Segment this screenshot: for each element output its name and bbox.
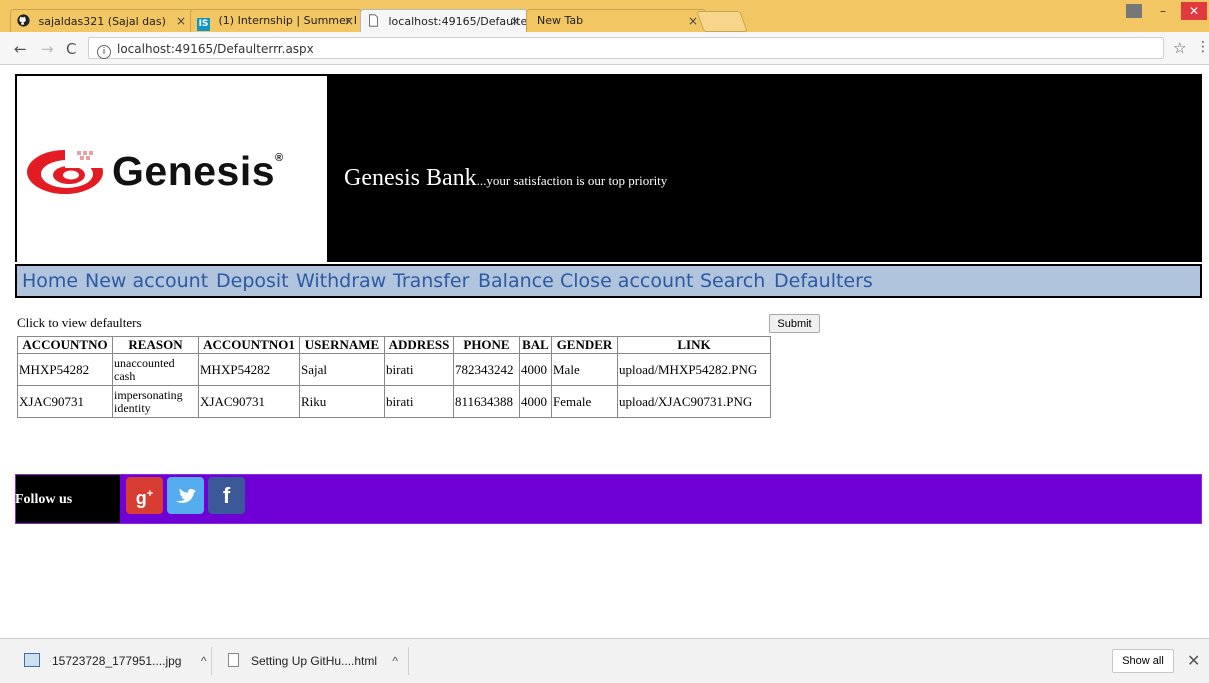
twitter-icon[interactable] bbox=[167, 477, 204, 514]
google-plus-icon[interactable]: g+ bbox=[126, 477, 163, 514]
table-cell: MHXP54282 bbox=[17, 353, 113, 386]
close-icon[interactable]: × bbox=[176, 14, 186, 28]
defaulters-table: ACCOUNTNO REASON ACCOUNTNO1 USERNAME ADD… bbox=[17, 336, 771, 418]
close-icon[interactable]: ✕ bbox=[1187, 651, 1200, 670]
download-bar: 15723728_177951....jpg ^ Setting Up GitH… bbox=[0, 638, 1209, 683]
close-icon[interactable]: × bbox=[510, 14, 520, 28]
table-row: MHXP54282 unaccounted cash MHXP54282 Saj… bbox=[17, 353, 771, 386]
genesis-logo: Genesis® bbox=[17, 76, 327, 263]
reload-icon[interactable]: C bbox=[66, 40, 76, 58]
info-icon[interactable]: i bbox=[97, 45, 111, 59]
tab-github[interactable]: sajaldas321 (Sajal das) × bbox=[10, 9, 194, 32]
close-window-button[interactable]: ✕ bbox=[1181, 2, 1207, 20]
tab-title: localhost:49165/Defaulte bbox=[388, 15, 528, 28]
download-filename: 15723728_177951....jpg bbox=[52, 654, 182, 668]
chevron-up-icon[interactable]: ^ bbox=[201, 654, 207, 668]
divider bbox=[211, 647, 212, 675]
menu-deposit[interactable]: Deposit bbox=[216, 270, 289, 292]
column-header: ACCOUNTNO1 bbox=[198, 336, 300, 354]
divider bbox=[408, 647, 409, 675]
star-icon[interactable]: ☆ bbox=[1173, 39, 1186, 57]
minimize-button[interactable]: – bbox=[1150, 2, 1176, 20]
menu-search[interactable]: Search bbox=[700, 270, 765, 292]
bank-title: Genesis Bank...your satisfaction is our … bbox=[344, 165, 667, 192]
column-header: USERNAME bbox=[299, 336, 385, 354]
tab-new[interactable]: New Tab × bbox=[526, 9, 706, 32]
table-cell: XJAC90731 bbox=[198, 385, 300, 418]
table-header-row: ACCOUNTNO REASON ACCOUNTNO1 USERNAME ADD… bbox=[17, 336, 771, 354]
close-icon[interactable]: × bbox=[344, 14, 354, 28]
menu-withdraw[interactable]: Withdraw bbox=[296, 270, 386, 292]
download-item[interactable]: 15723728_177951....jpg ^ bbox=[24, 650, 206, 672]
table-cell: 4000 bbox=[519, 353, 552, 386]
internshala-icon: IS bbox=[197, 18, 210, 31]
genesis-swirl-icon bbox=[27, 148, 105, 194]
tab-title: (1) Internship | Summer I bbox=[218, 14, 358, 27]
menu-home[interactable]: Home bbox=[22, 270, 78, 292]
browser-toolbar: ← → C i localhost:49165/Defaulterrr.aspx … bbox=[0, 32, 1209, 65]
table-cell: impersonating identity bbox=[112, 385, 199, 418]
table-cell: Male bbox=[551, 353, 618, 386]
profile-icon[interactable] bbox=[1126, 4, 1142, 18]
menu-close-account[interactable]: Close account bbox=[560, 270, 694, 292]
table-cell: MHXP54282 bbox=[198, 353, 300, 386]
url-text: localhost:49165/Defaulterrr.aspx bbox=[117, 42, 314, 56]
download-filename: Setting Up GitHu....html bbox=[251, 654, 378, 668]
page-icon bbox=[369, 14, 378, 27]
address-bar[interactable]: i localhost:49165/Defaulterrr.aspx bbox=[88, 37, 1164, 59]
table-cell: birati bbox=[384, 385, 454, 418]
github-icon bbox=[17, 14, 30, 27]
column-header: ADDRESS bbox=[384, 336, 454, 354]
table-cell: 811634388 bbox=[453, 385, 520, 418]
bank-name: Genesis Bank bbox=[344, 165, 477, 191]
column-header: GENDER bbox=[551, 336, 618, 354]
twitter-bird-icon bbox=[176, 488, 196, 503]
defaulters-prompt: Click to view defaulters bbox=[17, 315, 142, 330]
site-header: Genesis® Genesis Bank...your satisfactio… bbox=[15, 74, 1202, 263]
forward-arrow-icon[interactable]: → bbox=[41, 40, 54, 58]
table-cell: XJAC90731 bbox=[17, 385, 113, 418]
back-arrow-icon[interactable]: ← bbox=[14, 40, 27, 58]
show-all-button[interactable]: Show all bbox=[1112, 649, 1174, 673]
menu-icon[interactable]: ⋮ bbox=[1196, 39, 1209, 55]
site-footer: Follow us g+ f bbox=[15, 474, 1202, 524]
bank-slogan: ...your satisfaction is our top priority bbox=[476, 173, 668, 188]
column-header: LINK bbox=[617, 336, 771, 354]
tab-internshala[interactable]: IS (1) Internship | Summer I × bbox=[190, 9, 362, 32]
close-icon[interactable]: × bbox=[688, 14, 698, 28]
table-cell: Sajal bbox=[299, 353, 385, 386]
menu-balance[interactable]: Balance bbox=[478, 270, 554, 292]
table-cell: birati bbox=[384, 353, 454, 386]
table-cell: upload/XJAC90731.PNG bbox=[617, 385, 771, 418]
table-cell: upload/MHXP54282.PNG bbox=[617, 353, 771, 386]
tab-strip: sajaldas321 (Sajal das) × IS (1) Interns… bbox=[0, 0, 1209, 33]
document-file-icon bbox=[228, 653, 239, 667]
submit-button[interactable]: Submit bbox=[769, 314, 820, 333]
tab-title: New Tab bbox=[537, 14, 584, 27]
image-file-icon bbox=[24, 653, 40, 667]
facebook-icon[interactable]: f bbox=[208, 477, 245, 514]
menu-new-account[interactable]: New account bbox=[85, 270, 208, 292]
menu-defaulters[interactable]: Defaulters bbox=[774, 270, 873, 292]
logo-wordmark: Genesis® bbox=[112, 148, 284, 194]
chevron-up-icon[interactable]: ^ bbox=[392, 654, 398, 668]
table-cell: 4000 bbox=[519, 385, 552, 418]
follow-us-label: Follow us bbox=[15, 475, 120, 523]
menu-transfer[interactable]: Transfer bbox=[393, 270, 469, 292]
table-cell: Female bbox=[551, 385, 618, 418]
table-cell: unaccounted cash bbox=[112, 353, 199, 386]
main-menu: Home New account Deposit Withdraw Transf… bbox=[15, 264, 1202, 298]
tab-localhost[interactable]: localhost:49165/Defaulte × bbox=[360, 9, 528, 33]
tab-title: sajaldas321 (Sajal das) bbox=[38, 15, 166, 28]
column-header: BAL bbox=[519, 336, 552, 354]
column-header: REASON bbox=[112, 336, 199, 354]
table-cell: 782343242 bbox=[453, 353, 520, 386]
table-row: XJAC90731 impersonating identity XJAC907… bbox=[17, 385, 771, 418]
column-header: ACCOUNTNO bbox=[17, 336, 113, 354]
download-item[interactable]: Setting Up GitHu....html ^ bbox=[228, 650, 398, 672]
new-tab-button[interactable] bbox=[696, 11, 748, 32]
column-header: PHONE bbox=[453, 336, 520, 354]
table-cell: Riku bbox=[299, 385, 385, 418]
